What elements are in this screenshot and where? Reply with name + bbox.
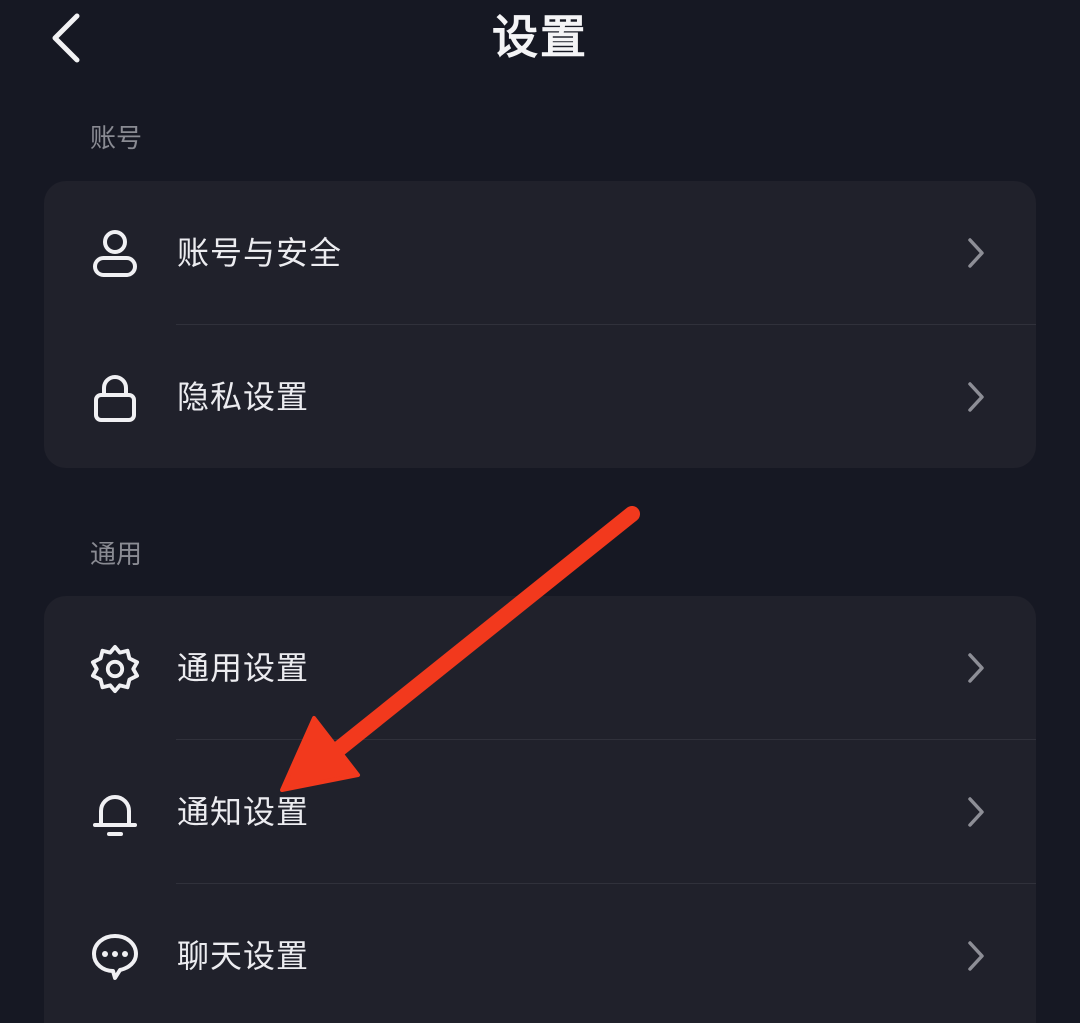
user-icon	[90, 229, 140, 279]
settings-item-label: 通用设置	[177, 649, 310, 687]
top-bar: 设置	[0, 0, 1080, 80]
section-title-account: 账号	[90, 124, 143, 154]
page-title: 设置	[492, 10, 588, 64]
bell-icon	[90, 788, 140, 838]
settings-item-chat[interactable]: 聊天设置	[44, 884, 1036, 1023]
settings-item-notifications[interactable]: 通知设置	[44, 740, 1036, 884]
section-title-general: 通用	[90, 540, 143, 570]
settings-item-account-security[interactable]: 账号与安全	[44, 181, 1036, 325]
settings-item-label: 通知设置	[177, 793, 310, 831]
gear-icon	[90, 644, 140, 694]
settings-screen: 设置 账号 账号与安全 隐私设置 通用 通用设置 通知设置 聊天设置	[0, 0, 1080, 1023]
chat-bubble-icon	[90, 932, 140, 982]
chevron-right-icon	[962, 650, 990, 686]
settings-item-general[interactable]: 通用设置	[44, 596, 1036, 740]
settings-item-label: 聊天设置	[177, 937, 310, 975]
chevron-right-icon	[962, 794, 990, 830]
chevron-right-icon	[962, 235, 990, 271]
lock-icon	[90, 373, 140, 423]
account-card: 账号与安全 隐私设置	[44, 181, 1036, 468]
chevron-right-icon	[962, 379, 990, 415]
settings-item-label: 隐私设置	[177, 378, 310, 416]
settings-item-label: 账号与安全	[177, 234, 343, 272]
settings-item-privacy[interactable]: 隐私设置	[44, 325, 1036, 468]
general-card: 通用设置 通知设置 聊天设置	[44, 596, 1036, 1023]
chevron-right-icon	[962, 938, 990, 974]
